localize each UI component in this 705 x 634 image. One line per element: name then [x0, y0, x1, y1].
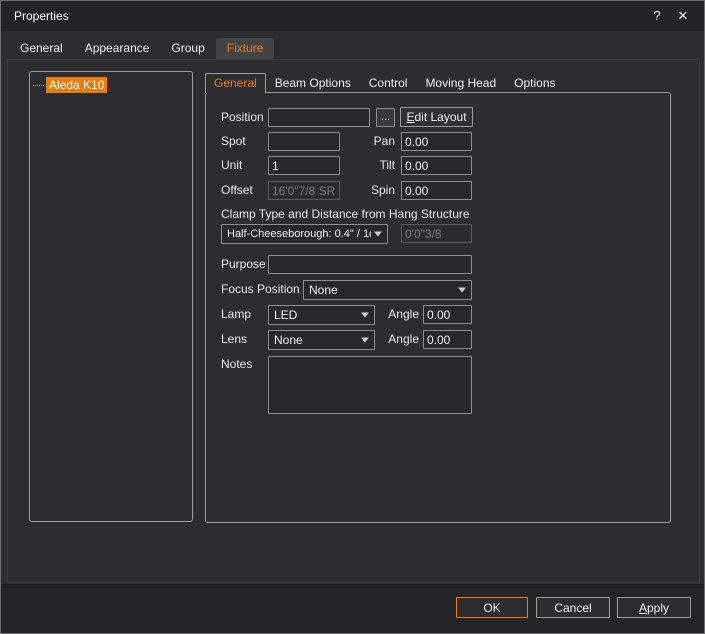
- lens-angle-label: Angle: [386, 330, 419, 349]
- notes-textarea[interactable]: [268, 356, 472, 414]
- clamp-type-select[interactable]: Half-Cheeseborough: 0.4" / 1c: [221, 224, 388, 244]
- fixture-tab-content: Aleda K10 General Beam Options Control M…: [7, 59, 700, 583]
- window-title: Properties: [14, 9, 69, 23]
- notes-label: Notes: [221, 355, 252, 374]
- spin-input[interactable]: [401, 181, 472, 200]
- focus-position-label: Focus Position: [221, 280, 300, 299]
- subtab-general[interactable]: General: [205, 73, 266, 93]
- position-label: Position: [221, 108, 264, 127]
- tab-fixture[interactable]: Fixture: [216, 38, 275, 59]
- clamp-section-label: Clamp Type and Distance from Hang Struct…: [221, 205, 470, 224]
- tab-appearance[interactable]: Appearance: [74, 38, 161, 59]
- chevron-down-icon: [361, 338, 369, 343]
- purpose-label: Purpose: [221, 255, 266, 274]
- tilt-label: Tilt: [362, 156, 395, 175]
- tree-connector: [33, 85, 44, 86]
- fixture-subtab-bar: General Beam Options Control Moving Head…: [205, 73, 565, 93]
- pan-input[interactable]: [401, 132, 472, 151]
- position-input[interactable]: [268, 108, 370, 127]
- tree-item-label[interactable]: Aleda K10: [46, 77, 107, 93]
- titlebar[interactable]: Properties ? ✕: [1, 1, 704, 31]
- fixture-tree[interactable]: Aleda K10: [29, 71, 193, 522]
- general-subtab-panel: Position ... Edit Layout Spot Pan Unit T…: [205, 92, 671, 523]
- offset-input: [268, 181, 340, 200]
- lens-angle-input[interactable]: [423, 330, 472, 349]
- lamp-select[interactable]: LED: [268, 305, 375, 325]
- lamp-angle-input[interactable]: [423, 305, 472, 324]
- clamp-distance-input: [401, 224, 472, 243]
- focus-position-value: None: [309, 283, 338, 297]
- close-icon[interactable]: ✕: [670, 5, 696, 27]
- cancel-button[interactable]: Cancel: [536, 597, 610, 618]
- purpose-input[interactable]: [268, 255, 472, 274]
- offset-label: Offset: [221, 181, 253, 200]
- lens-select[interactable]: None: [268, 330, 375, 350]
- chevron-down-icon: [361, 313, 369, 318]
- chevron-down-icon: [374, 232, 382, 237]
- tilt-input[interactable]: [401, 156, 472, 175]
- spot-input[interactable]: [268, 132, 340, 151]
- unit-input[interactable]: [268, 156, 340, 175]
- chevron-down-icon: [458, 288, 466, 293]
- edit-layout-button[interactable]: Edit Layout: [400, 107, 473, 127]
- lamp-angle-label: Angle: [386, 305, 419, 324]
- unit-label: Unit: [221, 156, 242, 175]
- lamp-value: LED: [274, 308, 297, 322]
- spin-label: Spin: [362, 181, 395, 200]
- main-tab-bar: General Appearance Group Fixture: [9, 38, 274, 59]
- footer: OK Cancel Apply: [1, 584, 704, 633]
- help-icon[interactable]: ?: [644, 5, 670, 27]
- tab-group[interactable]: Group: [160, 38, 215, 59]
- properties-dialog: Properties ? ✕ General Appearance Group …: [0, 0, 705, 634]
- position-browse-button[interactable]: ...: [376, 108, 395, 127]
- tab-general[interactable]: General: [9, 38, 74, 59]
- spot-label: Spot: [221, 132, 246, 151]
- pan-label: Pan: [362, 132, 395, 151]
- focus-position-select[interactable]: None: [303, 280, 472, 300]
- clamp-type-value: Half-Cheeseborough: 0.4" / 1c: [227, 228, 371, 240]
- apply-button[interactable]: Apply: [617, 597, 691, 618]
- tree-item[interactable]: Aleda K10: [30, 72, 192, 93]
- subtab-options[interactable]: Options: [505, 73, 564, 93]
- lens-label: Lens: [221, 330, 247, 349]
- subtab-control[interactable]: Control: [360, 73, 417, 93]
- subtab-moving-head[interactable]: Moving Head: [416, 73, 505, 93]
- subtab-beam-options[interactable]: Beam Options: [266, 73, 360, 93]
- ok-button[interactable]: OK: [456, 597, 528, 618]
- lens-value: None: [274, 333, 303, 347]
- lamp-label: Lamp: [221, 305, 251, 324]
